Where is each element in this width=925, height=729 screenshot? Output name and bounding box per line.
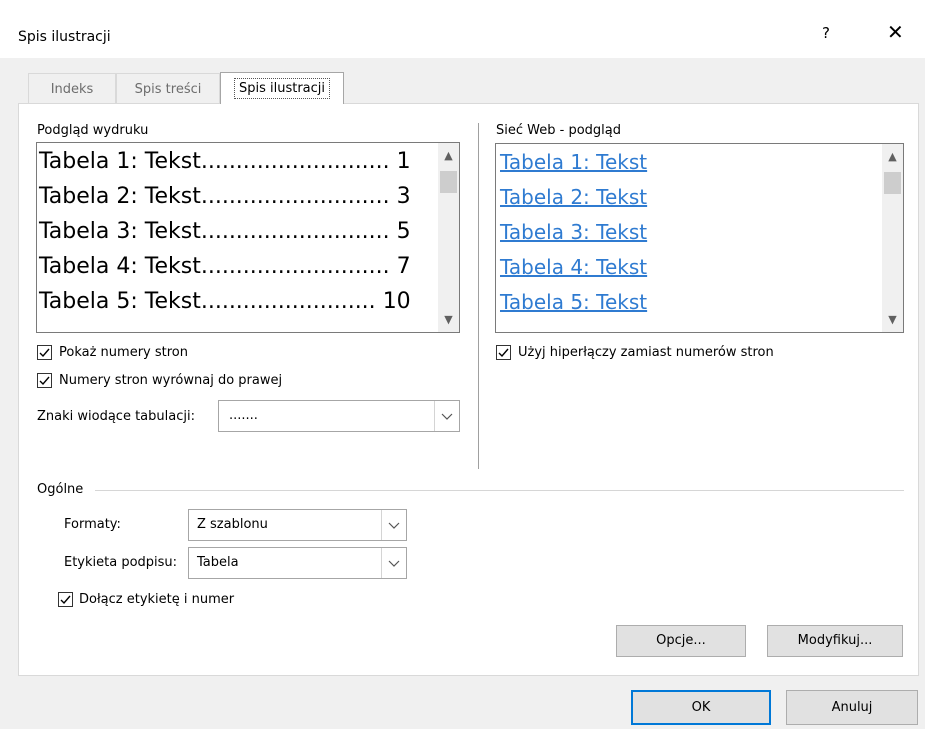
- tab-leader-value: .......: [229, 408, 258, 423]
- tab-leader-select[interactable]: .......: [218, 400, 460, 432]
- scroll-down-icon[interactable]: ▼: [883, 313, 902, 326]
- scroll-thumb[interactable]: [440, 171, 457, 193]
- help-button[interactable]: ?: [822, 24, 830, 42]
- caption-label-label: Etykieta podpisu:: [64, 555, 178, 570]
- web-preview-link[interactable]: Tabela 3: Tekst: [500, 215, 647, 250]
- web-preview-link[interactable]: Tabela 5: Tekst: [500, 285, 647, 320]
- use-hyperlinks-label[interactable]: Użyj hiperłączy zamiast numerów stron: [518, 345, 774, 360]
- show-page-numbers-label[interactable]: Pokaż numery stron: [59, 345, 188, 360]
- close-button[interactable]: ✕: [887, 22, 904, 42]
- caption-label-select[interactable]: Tabela: [188, 547, 407, 579]
- tab-indeks-label: Indeks: [50, 81, 94, 97]
- show-page-numbers-checkbox[interactable]: [37, 345, 52, 360]
- web-preview-link[interactable]: Tabela 2: Tekst: [500, 180, 647, 215]
- use-hyperlinks-checkbox[interactable]: [496, 345, 511, 360]
- chevron-down-icon: [388, 522, 400, 529]
- formats-dropdown-button[interactable]: [381, 510, 406, 540]
- web-preview-label: Sieć Web - podgląd: [496, 123, 621, 138]
- web-preview-list: Tabela 1: Tekst Tabela 2: Tekst Tabela 3…: [500, 145, 647, 320]
- web-preview-scrollbar[interactable]: ▲ ▼: [882, 144, 903, 332]
- right-align-label[interactable]: Numery stron wyrównaj do prawej: [59, 373, 282, 388]
- tab-leader-dropdown-button[interactable]: [434, 401, 459, 431]
- right-align-checkbox[interactable]: [37, 373, 52, 388]
- include-label-label[interactable]: Dołącz etykietę i numer: [79, 592, 234, 607]
- caption-label-value: Tabela: [197, 555, 239, 570]
- check-icon: [39, 348, 50, 358]
- general-divider: [95, 490, 904, 491]
- tab-spis-tresci[interactable]: Spis treści: [116, 73, 220, 104]
- tab-leader-label: Znaki wiodące tabulacji:: [37, 409, 195, 424]
- web-preview-link[interactable]: Tabela 1: Tekst: [500, 145, 647, 180]
- print-preview-line: Tabela 5: Tekst.........................…: [39, 289, 411, 314]
- cancel-button[interactable]: Anuluj: [786, 690, 918, 725]
- print-preview-label: Podgląd wydruku: [37, 123, 149, 138]
- include-label-checkbox[interactable]: [58, 592, 73, 607]
- title-bar: [0, 6, 925, 58]
- chevron-down-icon: [441, 413, 453, 420]
- options-button[interactable]: Opcje...: [616, 625, 746, 657]
- formats-select[interactable]: Z szablonu: [188, 509, 407, 541]
- print-preview-line: Tabela 2: Tekst.........................…: [39, 184, 411, 209]
- check-icon: [498, 348, 509, 358]
- scroll-down-icon[interactable]: ▼: [439, 313, 458, 326]
- ok-button[interactable]: OK: [631, 690, 771, 725]
- web-preview-box[interactable]: Tabela 1: Tekst Tabela 2: Tekst Tabela 3…: [495, 143, 904, 333]
- web-preview-link[interactable]: Tabela 4: Tekst: [500, 250, 647, 285]
- tab-spis-tresci-label: Spis treści: [134, 81, 202, 97]
- caption-label-dropdown-button[interactable]: [381, 548, 406, 578]
- print-preview-box[interactable]: Tabela 1: Tekst.........................…: [36, 142, 460, 333]
- section-divider: [478, 123, 479, 469]
- scroll-up-icon[interactable]: ▲: [883, 150, 902, 163]
- general-section-label: Ogólne: [37, 482, 84, 497]
- tab-indeks[interactable]: Indeks: [28, 73, 116, 104]
- tab-spis-ilustracji[interactable]: Spis ilustracji: [220, 72, 344, 104]
- window-title: Spis ilustracji: [18, 29, 111, 45]
- print-preview-line: Tabela 1: Tekst.........................…: [39, 149, 411, 174]
- formats-label: Formaty:: [64, 517, 121, 532]
- check-icon: [60, 595, 71, 605]
- print-preview-scrollbar[interactable]: ▲ ▼: [438, 143, 459, 332]
- check-icon: [39, 376, 50, 386]
- scroll-thumb[interactable]: [884, 172, 901, 194]
- formats-value: Z szablonu: [197, 517, 268, 532]
- tab-spis-ilustracji-label: Spis ilustracji: [233, 78, 331, 99]
- chevron-down-icon: [388, 560, 400, 567]
- print-preview-line: Tabela 4: Tekst.........................…: [39, 254, 411, 279]
- modify-button[interactable]: Modyfikuj...: [767, 625, 903, 657]
- print-preview-list: Tabela 1: Tekst.........................…: [39, 144, 411, 319]
- print-preview-line: Tabela 3: Tekst.........................…: [39, 219, 411, 244]
- scroll-up-icon[interactable]: ▲: [439, 149, 458, 162]
